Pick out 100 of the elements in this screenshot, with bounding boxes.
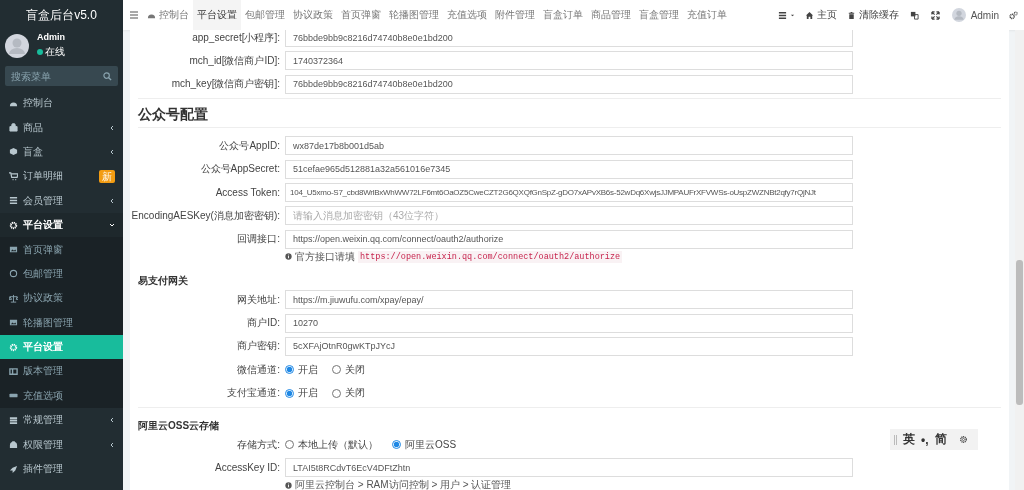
input-field[interactable]: 104_U5xmo-S7_cbd8WrlBxWhWW72LF6mt6OaOZ5CweCZT2G6QXQfGnSpZ-gDO7xAPvXB6s-52wDq6XwjsJJMPAUFrXFVWSs-oUspZWZNBt2qfy7rQjNJt (285, 182, 853, 202)
cube-icon (9, 147, 18, 157)
field-label: app_secret[小程序]: (191, 30, 280, 45)
field-label: 公众号AppID: (218, 138, 280, 153)
gear-icon (9, 220, 18, 230)
input-field[interactable]: 51cefae965d512881a32a561016e7345 (285, 159, 853, 179)
translate-icon[interactable] (909, 10, 919, 20)
sidebar-item[interactable]: 订单明细 新 (0, 164, 123, 189)
input-field[interactable]: wx87de17b8b001d5ab (285, 136, 853, 156)
input-field[interactable]: 10270 (285, 313, 853, 333)
radio-label: 开启 (298, 362, 318, 377)
nav-tab[interactable]: 包邮管理 (241, 0, 289, 30)
ime-button[interactable]: 英 (903, 431, 915, 448)
input-field[interactable]: 76bbde9bb9c8216d74740b8e0e1bd200 (285, 74, 853, 94)
home-link[interactable]: 主页 (799, 8, 842, 22)
online-dot (37, 49, 43, 55)
input-field[interactable]: LTAI5t8RCdvT6EcV4DFtZhtn (285, 458, 853, 478)
field-label: EncodingAESKey(消息加密密钥): (130, 208, 280, 223)
sidebar-item[interactable]: 权限管理 (0, 432, 123, 457)
help-text: 阿里云控制台 > RAM访问控制 > 用户 > 认证管理 (295, 478, 512, 490)
radio-button[interactable] (332, 365, 341, 375)
chevron-icon (109, 148, 115, 155)
scrollbar[interactable] (1015, 30, 1024, 490)
radio-button[interactable] (285, 365, 294, 375)
info-icon (285, 253, 292, 261)
sidebar-subitem[interactable]: 轮播图管理 (0, 310, 123, 335)
nav-tab[interactable]: 轮播图管理 (385, 0, 443, 30)
nav-tab[interactable]: 商品管理 (587, 0, 635, 30)
radio-button[interactable] (285, 388, 294, 398)
sidebar-item[interactable]: 控制台 (0, 91, 123, 116)
input-field[interactable]: https://open.weixin.qq.com/connect/oauth2/authorize (285, 229, 853, 249)
input-field[interactable]: 76bbde9bb9c8216d74740b8e0e1bd200 (285, 30, 853, 47)
input-field[interactable]: 1740372364 (285, 51, 853, 71)
nav-tab[interactable]: 充值订单 (683, 0, 731, 30)
section-title: 易支付网关 (138, 274, 188, 289)
field-label: 支付宝通道: (226, 386, 280, 401)
sidebar-item[interactable]: 盲盒 (0, 139, 123, 165)
nav-tab[interactable]: 附件管理 (491, 0, 539, 30)
sidebar-item[interactable]: 商品 (0, 115, 123, 140)
search-field[interactable]: 搜索菜单 (5, 66, 118, 86)
sidebar-subitem[interactable]: 充值选项 (0, 383, 123, 409)
radio-label: 本地上传（默认） (298, 437, 378, 452)
clear-cache-button[interactable]: 清除缓存 (841, 8, 904, 22)
scale-icon (9, 293, 18, 303)
radio-button[interactable] (332, 388, 341, 398)
home-icon (804, 10, 814, 20)
user-name: Admin (37, 32, 65, 42)
image-icon (9, 245, 18, 255)
gear-icon (9, 342, 18, 352)
list-icon (777, 10, 787, 20)
image-icon (9, 318, 18, 328)
ime-button[interactable]: 简 (934, 431, 947, 448)
chevron-icon (109, 124, 115, 131)
nav-tab[interactable]: 盲盒订单 (539, 0, 587, 30)
field-label: 存储方式: (236, 437, 280, 452)
sidebar-item[interactable]: 会员管理 (0, 188, 123, 213)
avatar-icon[interactable] (951, 8, 966, 22)
chevron-icon (109, 417, 115, 424)
input-field[interactable]: 5cXFAjOtnR0gwKTpJYcJ (285, 336, 853, 356)
sidebar-subitem[interactable]: 首页弹窗 (0, 237, 123, 262)
nav-tab[interactable]: 盲盒管理 (635, 0, 683, 30)
sidebar-subitem[interactable]: 协议政策 (0, 286, 123, 311)
settings-icon[interactable] (958, 435, 968, 444)
rocket-icon (9, 464, 18, 474)
sidebar-item[interactable]: 插件管理 (0, 456, 123, 482)
help-text: 官方接口请填 (295, 249, 355, 264)
trash-icon (846, 10, 856, 20)
avatar-icon (5, 33, 29, 58)
nav-tab[interactable]: 充值选项 (443, 0, 491, 30)
field-label: 商户ID: (246, 316, 280, 330)
menu-icon[interactable] (129, 10, 139, 20)
sidebar-item[interactable]: 平台设置 (0, 212, 123, 238)
field-label: mch_key[微信商户密钥]: (170, 77, 280, 92)
sidebar-subitem[interactable]: 包邮管理 (0, 261, 123, 287)
user-menu[interactable]: Admin (970, 9, 999, 21)
list-icon (9, 196, 18, 206)
radio-button[interactable] (392, 440, 401, 450)
radio-label: 关闭 (345, 362, 365, 377)
field-label: mch_id[微信商户ID]: (188, 53, 280, 68)
cart-icon (9, 171, 18, 181)
input-field[interactable]: https://m.jiuwufu.com/xpay/epay/ (285, 290, 853, 310)
fullscreen-icon[interactable] (930, 10, 940, 20)
ime-button[interactable]: •, (921, 432, 929, 447)
radio-label: 关闭 (345, 386, 365, 401)
columns-icon (9, 367, 18, 376)
field-label: 微信通道: (236, 362, 280, 377)
section-title: 公众号配置 (138, 106, 208, 125)
new-badge: 新 (99, 169, 115, 183)
nav-tab[interactable]: 平台设置 (193, 0, 241, 30)
radio-button[interactable] (285, 440, 294, 450)
nav-tab[interactable]: 控制台 (143, 0, 193, 30)
gears-icon[interactable] (1009, 10, 1018, 20)
section-title: 阿里云OSS云存储 (138, 419, 220, 434)
input-field[interactable]: 请输入消息加密密钥（43位字符） (285, 206, 853, 226)
sidebar-subitem[interactable]: 版本管理 (0, 359, 123, 384)
circle-icon (9, 269, 18, 279)
nav-tab[interactable]: 协议政策 (289, 0, 337, 30)
field-label: Access Token: (214, 186, 280, 198)
sidebar-item[interactable]: 常规管理 (0, 408, 123, 433)
nav-tab[interactable]: 首页弹窗 (337, 0, 385, 30)
